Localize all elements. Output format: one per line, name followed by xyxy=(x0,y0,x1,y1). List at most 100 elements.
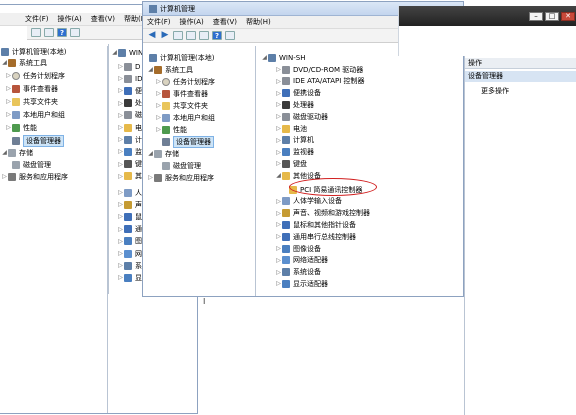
computer-node[interactable]: ◢ WIN- xyxy=(111,47,146,58)
device-item-partial[interactable]: ▷ 处 xyxy=(117,98,142,109)
device-item-ide-controller[interactable]: ▷ IDE ATA/ATAPI 控制器 xyxy=(275,76,365,87)
device-item-hid[interactable]: ▷ 人体学输入设备 xyxy=(275,196,342,207)
close-icon[interactable]: ✕ xyxy=(561,12,575,21)
expand-icon[interactable]: ▷ xyxy=(5,124,12,131)
tree-services-apps[interactable]: ▷ 服务和应用程序 xyxy=(1,171,68,182)
device-item-partial[interactable]: ▷ 显 xyxy=(117,272,142,283)
minimize-icon[interactable]: – xyxy=(529,12,543,21)
tree-root[interactable]: 计算机管理(本地) xyxy=(149,52,214,63)
expand-icon[interactable]: ▷ xyxy=(275,66,282,73)
expand-icon[interactable]: ▷ xyxy=(275,269,282,276)
expand-icon[interactable]: ▷ xyxy=(275,198,282,205)
device-item-sound-video-game[interactable]: ▷ 声音、视频和游戏控制器 xyxy=(275,208,370,219)
device-item-partial[interactable]: ▷ 键 xyxy=(117,159,142,170)
expand-icon[interactable]: ▷ xyxy=(5,98,12,105)
menu-file[interactable]: 文件(F) xyxy=(25,14,49,24)
tree-shared-folders[interactable]: ▷ 共享文件夹 xyxy=(5,96,58,107)
expand-icon[interactable]: ▷ xyxy=(117,250,124,257)
device-item-partial[interactable]: ▷ 网 xyxy=(117,248,142,259)
forward-icon[interactable]: ▶ xyxy=(160,31,170,40)
expand-icon[interactable]: ▷ xyxy=(117,226,124,233)
expand-icon[interactable]: ▷ xyxy=(275,245,282,252)
menu-file[interactable]: 文件(F) xyxy=(147,17,171,27)
tree-root[interactable]: 计算机管理(本地) xyxy=(1,46,66,57)
device-item-partial[interactable]: ▷ 电 xyxy=(117,122,142,133)
collapse-icon[interactable]: ◢ xyxy=(147,66,154,73)
device-item-computer[interactable]: ▷ 计算机 xyxy=(275,135,314,146)
device-item-partial[interactable]: ▷ D xyxy=(117,61,140,72)
expand-icon[interactable]: ▷ xyxy=(117,173,124,180)
expand-icon[interactable]: ▷ xyxy=(117,201,124,208)
expand-icon[interactable]: ▷ xyxy=(275,149,282,156)
expand-icon[interactable]: ▷ xyxy=(117,238,124,245)
device-item-partial[interactable]: ▷ 通 xyxy=(117,224,142,235)
tree-disk-management[interactable]: 磁盘管理 xyxy=(12,159,51,170)
device-item-dvd-drive[interactable]: ▷ DVD/CD-ROM 驱动器 xyxy=(275,64,363,75)
device-item-partial[interactable]: ▷ ID xyxy=(117,73,142,84)
device-item-monitors[interactable]: ▷ 监视器 xyxy=(275,147,314,158)
expand-icon[interactable]: ▷ xyxy=(117,262,124,269)
expand-icon[interactable]: ▷ xyxy=(275,257,282,264)
menu-view[interactable]: 查看(V) xyxy=(91,14,115,24)
collapse-icon[interactable]: ◢ xyxy=(111,49,118,56)
expand-icon[interactable]: ▷ xyxy=(117,161,124,168)
menu-action[interactable]: 操作(A) xyxy=(180,17,204,27)
expand-icon[interactable]: ▷ xyxy=(5,111,12,118)
device-item-partial[interactable]: ▷ 其 xyxy=(117,171,142,182)
expand-icon[interactable]: ▷ xyxy=(117,63,124,70)
expand-icon[interactable]: ▷ xyxy=(275,221,282,228)
expand-icon[interactable]: ▷ xyxy=(117,189,124,196)
show-hide-tree-icon[interactable] xyxy=(186,31,196,40)
collapse-icon[interactable]: ◢ xyxy=(275,172,282,179)
device-item-partial[interactable]: ▷ 图 xyxy=(117,236,142,247)
device-item-keyboards[interactable]: ▷ 键盘 xyxy=(275,158,307,169)
device-item-system-devices[interactable]: ▷ 系统设备 xyxy=(275,267,321,278)
collapse-icon[interactable]: ◢ xyxy=(147,150,154,157)
properties-icon[interactable] xyxy=(44,28,54,37)
help-icon[interactable]: ? xyxy=(212,31,222,40)
up-icon[interactable] xyxy=(173,31,183,40)
expand-icon[interactable]: ▷ xyxy=(275,160,282,167)
tree-performance[interactable]: ▷ 性能 xyxy=(5,122,37,133)
expand-icon[interactable]: ▷ xyxy=(275,101,282,108)
expand-icon[interactable]: ▷ xyxy=(117,136,124,143)
tree-storage[interactable]: ◢ 存储 xyxy=(1,147,33,158)
collapse-icon[interactable]: ◢ xyxy=(1,59,8,66)
back-icon[interactable]: ◀ xyxy=(147,31,157,40)
expand-icon[interactable]: ▷ xyxy=(275,90,282,97)
device-root[interactable]: ◢ WIN-SH xyxy=(261,52,305,63)
pane-splitter[interactable] xyxy=(255,46,256,296)
expand-icon[interactable]: ▷ xyxy=(117,274,124,281)
expand-icon[interactable]: ▷ xyxy=(155,102,162,109)
tree-event-viewer[interactable]: ▷ 事件查看器 xyxy=(155,88,208,99)
expand-icon[interactable]: ▷ xyxy=(5,85,12,92)
tree-disk-management[interactable]: 磁盘管理 xyxy=(162,160,201,171)
expand-icon[interactable]: ▷ xyxy=(275,78,282,85)
expand-icon[interactable]: ▷ xyxy=(155,78,162,85)
expand-icon[interactable]: ▷ xyxy=(155,90,162,97)
expand-icon[interactable]: ▷ xyxy=(275,137,282,144)
expand-icon[interactable]: ▷ xyxy=(275,280,282,287)
view-icon[interactable] xyxy=(70,28,80,37)
device-item-display-adapters[interactable]: ▷ 显示适配器 xyxy=(275,278,328,289)
tree-device-manager[interactable]: 设备管理器 xyxy=(162,135,214,148)
menu-view[interactable]: 查看(V) xyxy=(213,17,237,27)
device-item-partial[interactable]: ▷ 鼠 xyxy=(117,211,142,222)
device-item-partial[interactable]: ▷ 磁 xyxy=(117,110,142,121)
menu-help[interactable]: 帮助(H) xyxy=(246,17,271,27)
tree-task-scheduler[interactable]: ▷ 任务计划程序 xyxy=(5,70,65,81)
expand-icon[interactable]: ▷ xyxy=(275,125,282,132)
device-item-usb-controllers[interactable]: ▷ 通用串行总线控制器 xyxy=(275,231,356,242)
expand-icon[interactable]: ▷ xyxy=(155,114,162,121)
expand-icon[interactable]: ▷ xyxy=(155,126,162,133)
expand-icon[interactable]: ▷ xyxy=(117,100,124,107)
collapse-icon[interactable]: ◢ xyxy=(1,149,8,156)
expand-icon[interactable]: ▷ xyxy=(117,87,124,94)
device-item-partial[interactable]: ▷ 系 xyxy=(117,260,142,271)
device-item-imaging-devices[interactable]: ▷ 图像设备 xyxy=(275,243,321,254)
expand-icon[interactable]: ▷ xyxy=(117,112,124,119)
properties-icon[interactable] xyxy=(199,31,209,40)
device-item-partial[interactable]: ▷ 计 xyxy=(117,134,142,145)
tree-device-manager[interactable]: 设备管理器 xyxy=(12,134,64,147)
tree-performance[interactable]: ▷ 性能 xyxy=(155,124,187,135)
